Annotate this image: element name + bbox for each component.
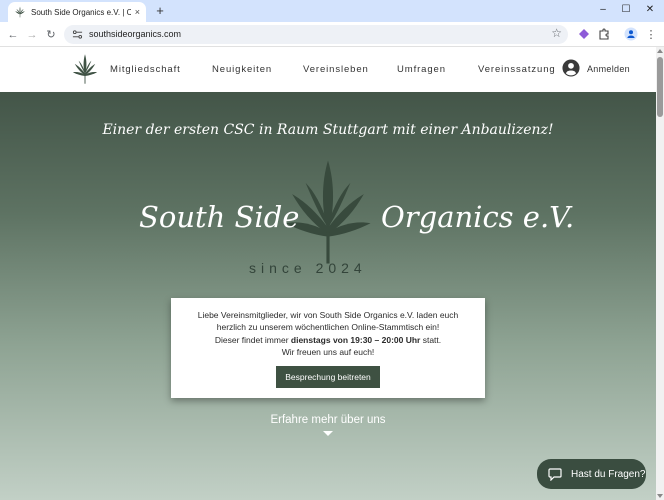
maximize-button[interactable]: ☐	[617, 3, 635, 17]
login-link[interactable]: Anmelden	[587, 64, 630, 74]
card-line-3: Dieser findet immer dienstags von 19:30 …	[214, 334, 442, 345]
stammtisch-card: Liebe Vereinsmitglieder, wir von South S…	[171, 298, 485, 398]
forward-button[interactable]: →	[25, 28, 39, 42]
scroll-up-arrow-icon[interactable]	[657, 49, 663, 53]
nav-mitgliedschaft[interactable]: Mitgliedschaft	[110, 64, 181, 75]
browser-tab-active[interactable]: South Side Organics e.V. | Cann ×	[8, 2, 146, 22]
nav-vereinssatzung[interactable]: Vereinssatzung	[478, 64, 556, 75]
url-text: southsideorganics.com	[89, 29, 182, 39]
bookmark-star-icon[interactable]: ☆	[551, 26, 562, 40]
scroll-down-arrow-icon[interactable]	[657, 494, 663, 498]
logo-leaf-icon[interactable]	[72, 53, 98, 85]
since-year: since 2024	[249, 260, 367, 276]
join-meeting-button[interactable]: Besprechung beitreten	[276, 366, 380, 389]
browser-tabstrip: South Side Organics e.V. | Cann × + – ☐ …	[0, 0, 664, 22]
reload-button[interactable]: ↻	[44, 28, 58, 42]
hero-section: Einer der ersten CSC in Raum Stuttgart m…	[0, 92, 656, 500]
learn-more-link[interactable]: Erfahre mehr über uns	[0, 414, 656, 426]
hero-tagline: Einer der ersten CSC in Raum Stuttgart m…	[102, 122, 554, 138]
meeting-time: dienstags von 19:30 – 20:00 Uhr	[290, 334, 421, 345]
card-line-4: Wir freuen uns auf euch!	[281, 346, 375, 357]
nav-neuigkeiten[interactable]: Neuigkeiten	[212, 64, 272, 75]
card-line-1: Liebe Vereinsmitglieder, wir von South S…	[197, 310, 459, 320]
browser-toolbar: ← → ↻ southsideorganics.com ☆ ⋮	[0, 22, 664, 47]
tab-title: South Side Organics e.V. | Cann	[31, 7, 131, 17]
site-header: Mitgliedschaft Neuigkeiten Vereinsleben …	[0, 47, 656, 92]
down-arrow-icon[interactable]	[323, 431, 333, 436]
brand-name-right: Organics e.V.	[381, 200, 575, 234]
minimize-button[interactable]: –	[594, 3, 612, 17]
chat-bubble-icon	[548, 467, 562, 481]
close-window-button[interactable]: ✕	[641, 3, 659, 17]
user-avatar-icon[interactable]	[562, 59, 580, 77]
browser-menu-icon[interactable]: ⋮	[644, 28, 658, 42]
site-info-icon[interactable]	[72, 29, 83, 40]
extensions-puzzle-icon[interactable]	[597, 27, 611, 41]
chat-button[interactable]: Hast du Fragen?	[537, 459, 646, 489]
profile-icon[interactable]	[624, 27, 638, 41]
cannabis-leaf-icon	[15, 6, 25, 18]
scroll-thumb[interactable]	[657, 57, 663, 117]
tab-close-icon[interactable]: ×	[135, 7, 140, 17]
page-scrollbar[interactable]	[656, 47, 664, 500]
address-bar[interactable]: southsideorganics.com ☆	[64, 25, 568, 44]
new-tab-button[interactable]: +	[152, 3, 168, 19]
back-button[interactable]: ←	[6, 28, 20, 42]
extension-gem-icon[interactable]	[577, 27, 591, 41]
brand-name-left: South Side	[139, 200, 300, 234]
nav-umfragen[interactable]: Umfragen	[397, 64, 446, 75]
nav-vereinsleben[interactable]: Vereinsleben	[303, 64, 369, 75]
card-line-2: herzlich zu unserem wöchentlichen Online…	[216, 322, 440, 333]
chat-label: Hast du Fragen?	[571, 468, 646, 480]
